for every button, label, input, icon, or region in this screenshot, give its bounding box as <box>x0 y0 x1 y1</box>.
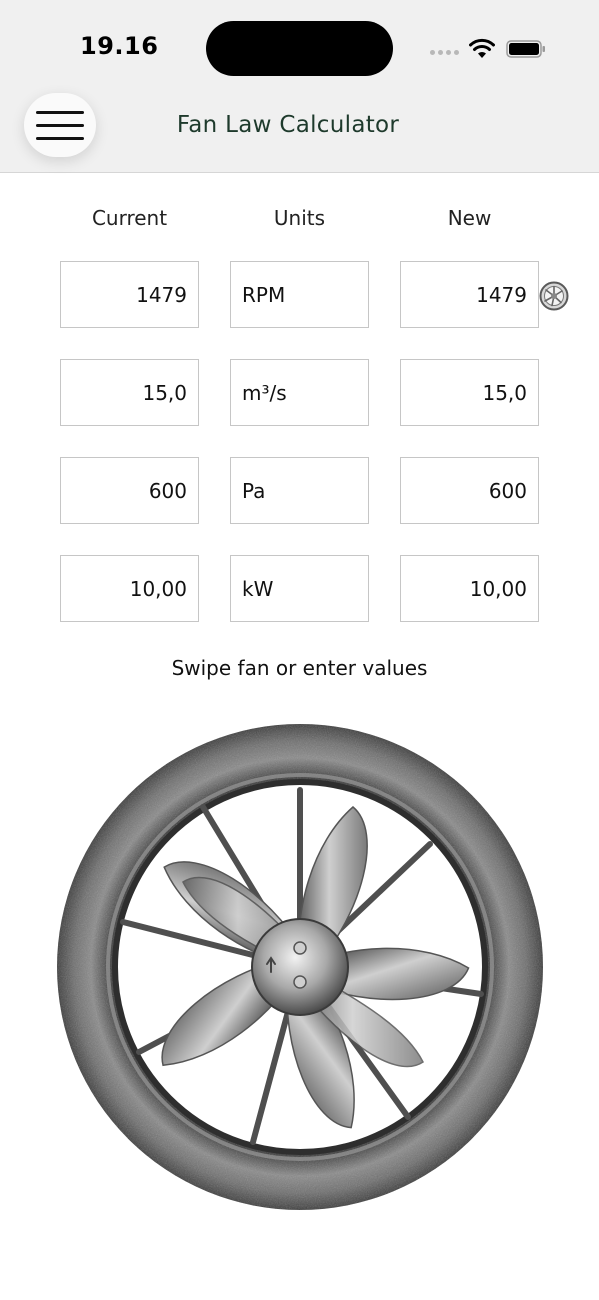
fan-hub <box>251 918 349 1016</box>
unit-rpm-field[interactable]: RPM <box>230 261 369 328</box>
status-bar: 19.16 <box>0 0 599 90</box>
hub-bolt-top <box>293 941 307 955</box>
current-airflow-field[interactable]: 15,0 <box>60 359 199 426</box>
unit-airflow-field[interactable]: m³/s <box>230 359 369 426</box>
status-time: 19.16 <box>80 32 159 60</box>
fan-wheel[interactable] <box>53 722 547 1212</box>
new-power-field[interactable]: 10,00 <box>400 555 539 622</box>
current-rpm-field[interactable]: 1479 <box>60 261 199 328</box>
cellular-signal-icon <box>430 50 460 56</box>
navigation-bar: Fan Law Calculator <box>0 90 599 173</box>
wifi-icon <box>469 38 495 58</box>
new-rpm-field[interactable]: 1479 <box>400 261 539 328</box>
column-header-current: Current <box>91 206 168 230</box>
fan-icon[interactable] <box>539 281 569 311</box>
current-power-field[interactable]: 10,00 <box>60 555 199 622</box>
battery-icon <box>506 40 545 58</box>
new-airflow-field[interactable]: 15,0 <box>400 359 539 426</box>
column-header-units: Units <box>273 206 326 230</box>
new-pressure-field[interactable]: 600 <box>400 457 539 524</box>
unit-power-field[interactable]: kW <box>230 555 369 622</box>
unit-pressure-field[interactable]: Pa <box>230 457 369 524</box>
page-title: Fan Law Calculator <box>176 112 400 138</box>
instruction-text: Swipe fan or enter values <box>171 656 428 680</box>
dynamic-island <box>206 21 393 76</box>
current-pressure-field[interactable]: 600 <box>60 457 199 524</box>
column-header-new: New <box>447 206 492 230</box>
hub-bolt-bottom <box>293 975 307 989</box>
